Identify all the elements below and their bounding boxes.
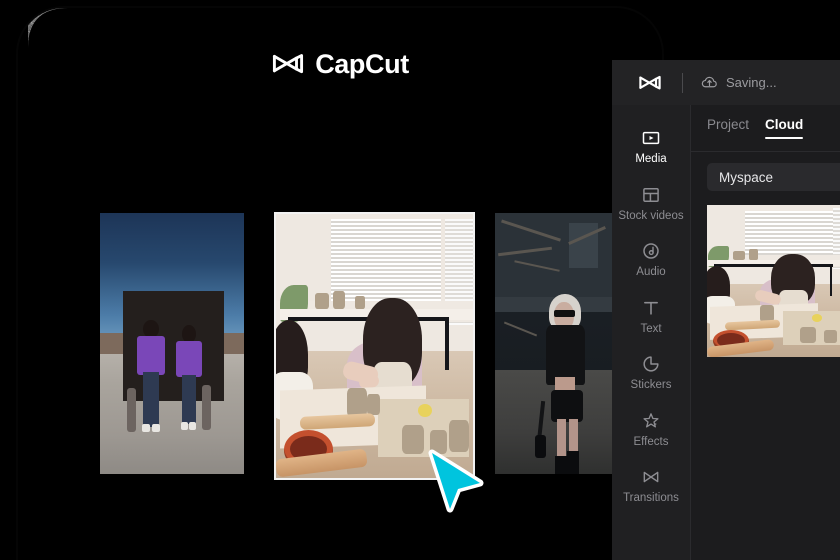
rail-item-audio[interactable]: Audio [612, 232, 690, 289]
save-status-label: Saving... [726, 75, 777, 90]
save-status: Saving... [701, 74, 777, 91]
editor-content: Project Cloud Myspace [690, 105, 840, 560]
app-screenshot: CapCut Saving... Media Stock videos Audi… [0, 0, 840, 560]
editor-tabs: Project Cloud [691, 105, 840, 139]
hero-panel: CapCut [18, 8, 662, 560]
rail-label-transitions: Transitions [623, 492, 679, 504]
editor-body: Media Stock videos Audio Text Stickers E… [612, 105, 840, 560]
rail-item-stickers[interactable]: Stickers [612, 345, 690, 402]
tab-project-label: Project [707, 117, 750, 132]
brand-lockup: CapCut [18, 50, 662, 78]
brand-name: CapCut [315, 48, 409, 79]
capcut-bowtie-icon[interactable] [638, 73, 662, 93]
transition-bowtie-icon [643, 471, 659, 483]
media-play-frame-icon [642, 131, 660, 145]
layout-panels-icon [643, 187, 659, 202]
capcut-bowtie-icon [273, 54, 304, 74]
gallery-photo-skaters[interactable] [100, 213, 244, 474]
editor-panel: Saving... Media Stock videos Audio Text … [612, 60, 840, 560]
rail-item-text[interactable]: Text [612, 289, 690, 346]
cloud-media-thumbnail[interactable] [707, 205, 840, 357]
rail-label-stickers: Stickers [630, 379, 672, 391]
gallery-photo-fashion[interactable] [495, 213, 629, 474]
cloud-upload-icon [701, 76, 717, 88]
rail-item-transitions[interactable]: Transitions [612, 458, 690, 515]
myspace-label: Myspace [719, 169, 774, 185]
tab-cloud-label: Cloud [765, 117, 804, 132]
topbar-divider [682, 72, 683, 93]
sticker-circle-icon [643, 356, 659, 372]
hero-gallery [18, 8, 662, 560]
tabs-divider [691, 151, 840, 152]
text-t-icon [644, 301, 658, 315]
gallery-photo-pottery[interactable] [274, 212, 475, 480]
myspace-selector[interactable]: Myspace [707, 163, 840, 191]
music-note-circle-icon [643, 243, 659, 259]
effects-sparkle-icon [643, 412, 659, 427]
editor-rail: Media Stock videos Audio Text Stickers E… [612, 105, 690, 560]
tab-cloud[interactable]: Cloud [765, 117, 804, 139]
rail-label-text: Text [640, 322, 662, 335]
rail-label-media: Media [635, 153, 667, 165]
editor-topbar: Saving... [612, 60, 840, 105]
rail-item-stock-videos[interactable]: Stock videos [612, 176, 690, 233]
tab-project[interactable]: Project [707, 117, 749, 139]
rail-label-stock-videos: Stock videos [618, 209, 684, 222]
rail-label-audio: Audio [636, 266, 666, 278]
rail-label-effects: Effects [633, 435, 669, 448]
rail-item-effects[interactable]: Effects [612, 402, 690, 459]
rail-item-media[interactable]: Media [612, 119, 690, 176]
